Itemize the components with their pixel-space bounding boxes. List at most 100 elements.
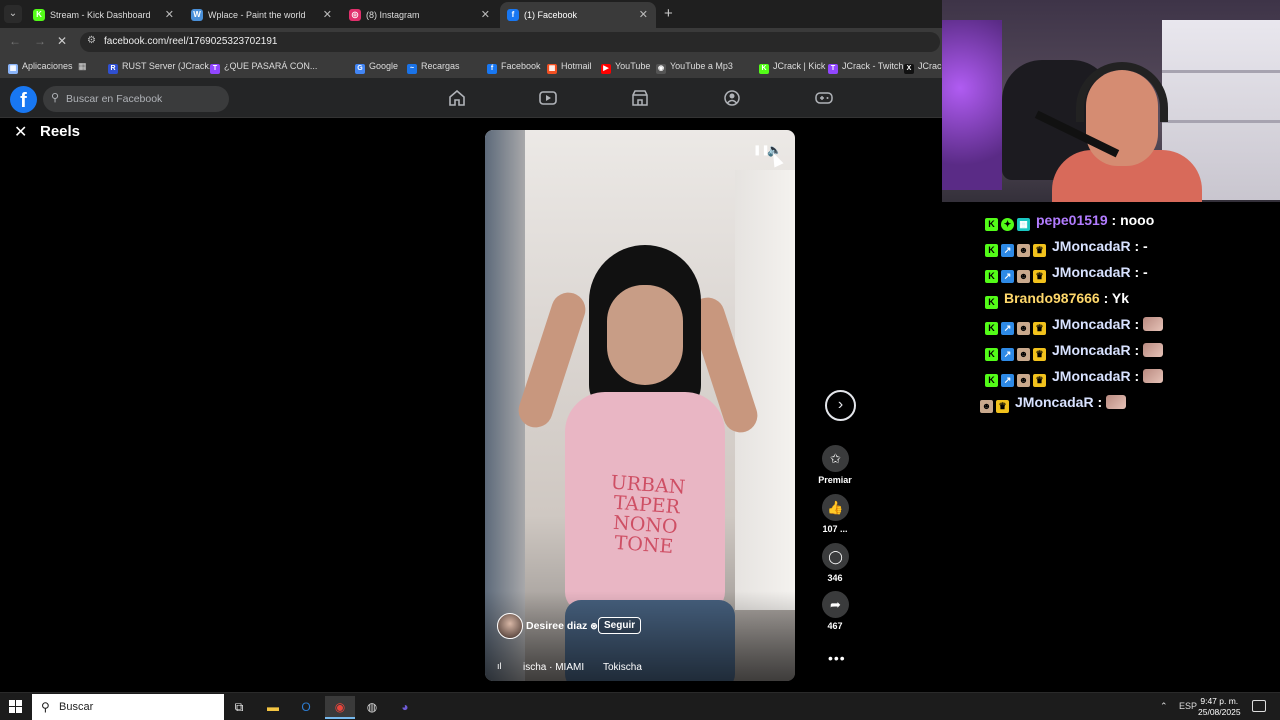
bookmark-item[interactable]: R RUST Server (JCrack...	[108, 61, 216, 74]
bookmark-label: YouTube	[615, 61, 651, 71]
share-icon[interactable]: ➦	[822, 591, 849, 618]
close-tab-icon[interactable]: ✕	[165, 2, 174, 28]
tab-title: (8) Instagram	[366, 10, 420, 20]
obs-icon[interactable]: ◍	[357, 696, 387, 719]
apps-grid-icon[interactable]: ▦	[78, 61, 87, 72]
author-name[interactable]: Desiree diaz ⊛	[526, 620, 598, 632]
bookmark-item[interactable]: K JCrack | Kick	[759, 61, 825, 74]
facebook-header: f ⚲ Buscar en Facebook	[0, 78, 942, 118]
close-tab-icon[interactable]: ✕	[639, 2, 648, 28]
marketplace-icon[interactable]	[631, 90, 649, 106]
facebook-search-input[interactable]: ⚲ Buscar en Facebook	[43, 86, 229, 112]
chat-message: K ↗ ☻ ♛ JMoncadaR : -	[985, 264, 1148, 286]
chat-separator: :	[1130, 238, 1144, 254]
video-icon[interactable]	[539, 90, 557, 106]
bookmark-favicon-icon: K	[759, 64, 769, 74]
bookmark-item[interactable]: X JCrack	[904, 61, 942, 74]
chat-username[interactable]: JMoncadaR	[1052, 342, 1131, 358]
bookmark-item[interactable]: G Google	[355, 61, 398, 74]
forward-button[interactable]: →	[34, 34, 46, 48]
bookmark-item[interactable]: ▦ Hotmail	[547, 61, 592, 74]
bookmark-item[interactable]: T ¿QUE PASARÁ CON...	[210, 61, 317, 74]
chat-username[interactable]: JMoncadaR	[1052, 316, 1131, 332]
reel-video[interactable]: URBAN TAPER NONO TONE ❚❚ 🔈 Desiree diaz …	[485, 130, 795, 681]
new-tab-button[interactable]: +	[664, 5, 673, 22]
search-icon: ⚲	[41, 700, 50, 714]
groups-icon[interactable]	[723, 90, 741, 106]
language-indicator[interactable]: ESP	[1179, 701, 1197, 711]
clock-date: 25/08/2025	[1198, 707, 1241, 717]
browser-tab[interactable]: f (1) Facebook ✕	[500, 2, 656, 28]
crown-badge-icon: ♛	[996, 400, 1009, 413]
bookmark-item[interactable]: ◉ YouTube a Mp3	[656, 61, 733, 74]
chat-username[interactable]: pepe01519	[1036, 212, 1108, 228]
discord-icon[interactable]: ◕	[390, 696, 420, 719]
chat-message: ☻ ♛ JMoncadaR :	[980, 394, 1127, 416]
next-reel-button[interactable]: ›	[825, 390, 856, 421]
chat-message: K ↗ ☻ ♛ JMoncadaR :	[985, 316, 1164, 338]
follow-button[interactable]: Seguir	[598, 617, 642, 634]
like-icon[interactable]: 👍	[822, 494, 849, 521]
chat-emote-icon	[1143, 317, 1164, 331]
bookmark-item[interactable]: T JCrack - Twitch	[828, 61, 903, 74]
skull-badge-icon: ☻	[1017, 322, 1030, 335]
bookmark-label: Google	[369, 61, 399, 71]
browser-tab[interactable]: K Stream - Kick Dashboard ✕	[26, 2, 182, 28]
bookmarks-bar: ▦ Aplicaciones R RUST Server (JCrack... T ¿QU…	[0, 56, 942, 78]
kick-badge-icon: K	[985, 322, 998, 335]
chat-text: -	[1143, 238, 1148, 254]
blue-badge-icon: ↗	[1001, 322, 1014, 335]
back-button[interactable]: ←	[9, 34, 21, 48]
taskbar-search-input[interactable]: ⚲ Buscar	[32, 694, 224, 720]
browser-tab[interactable]: ◎ (8) Instagram ✕	[342, 2, 498, 28]
stop-loading-button[interactable]: ✕	[57, 34, 67, 48]
search-placeholder: Buscar en Facebook	[66, 93, 163, 105]
home-icon[interactable]	[448, 90, 466, 106]
globe-icon: W	[191, 9, 203, 21]
notification-icon[interactable]	[1252, 700, 1266, 712]
site-info-icon[interactable]: ⚙	[87, 35, 96, 46]
chat-text: -	[1143, 264, 1148, 280]
address-bar[interactable]: ⚙ facebook.com/reel/1769025323702191	[80, 32, 940, 52]
outlook-icon[interactable]: O	[291, 696, 321, 719]
reel-action-label: 107 ...	[822, 524, 848, 534]
gaming-icon[interactable]	[815, 90, 833, 106]
tab-title: Wplace - Paint the world	[208, 10, 306, 20]
bookmark-label: Hotmail	[561, 61, 592, 71]
audio-track-text[interactable]: ischa · MIAMI	[523, 662, 584, 673]
bookmark-item[interactable]: ▦ Aplicaciones	[8, 61, 73, 74]
tab-search-button[interactable]: ⌄	[4, 5, 22, 23]
webcam-shelf-line	[1162, 120, 1280, 123]
chat-username[interactable]: Brando987666	[1004, 290, 1100, 306]
bookmark-item[interactable]: ▶ YouTube	[601, 61, 650, 74]
chat-username[interactable]: JMoncadaR	[1052, 368, 1131, 384]
windows-start-icon[interactable]	[9, 700, 22, 713]
bookmark-item[interactable]: ~ Recargas	[407, 61, 460, 74]
chat-username[interactable]: JMoncadaR	[1052, 238, 1131, 254]
kick-badge-icon: K	[985, 374, 998, 387]
more-options-icon[interactable]: •••	[828, 650, 846, 666]
chat-username[interactable]: JMoncadaR	[1052, 264, 1131, 280]
taskbar-clock[interactable]: 9:47 p. m. 25/08/2025	[1198, 696, 1241, 718]
task-view-icon[interactable]: ⧉	[224, 696, 254, 719]
instagram-icon: ◎	[349, 9, 361, 21]
facebook-logo-icon[interactable]: f	[10, 86, 37, 113]
bookmark-label: JCrack - Twitch	[842, 61, 904, 71]
avatar[interactable]	[497, 613, 523, 639]
star-icon[interactable]: ✩	[822, 445, 849, 472]
kick-badge-icon: K	[985, 296, 998, 309]
chat-username[interactable]: JMoncadaR	[1015, 394, 1094, 410]
audio-track-text-scroll[interactable]: Tokischa	[603, 662, 642, 673]
comment-icon[interactable]: ◯	[822, 543, 849, 570]
kick-badge-icon: K	[985, 218, 998, 231]
close-icon[interactable]: ✕	[14, 122, 27, 142]
close-tab-icon[interactable]: ✕	[481, 2, 490, 28]
file-explorer-icon[interactable]: ▬	[258, 696, 288, 719]
chrome-icon[interactable]: ◉	[325, 696, 355, 719]
close-tab-icon[interactable]: ✕	[323, 2, 332, 28]
blue-badge-icon: ↗	[1001, 244, 1014, 257]
url-text[interactable]: facebook.com/reel/1769025323702191	[104, 36, 277, 47]
bookmark-item[interactable]: f Facebook	[487, 61, 541, 74]
chevron-up-icon[interactable]: ⌃	[1160, 701, 1168, 712]
browser-tab[interactable]: W Wplace - Paint the world ✕	[184, 2, 340, 28]
